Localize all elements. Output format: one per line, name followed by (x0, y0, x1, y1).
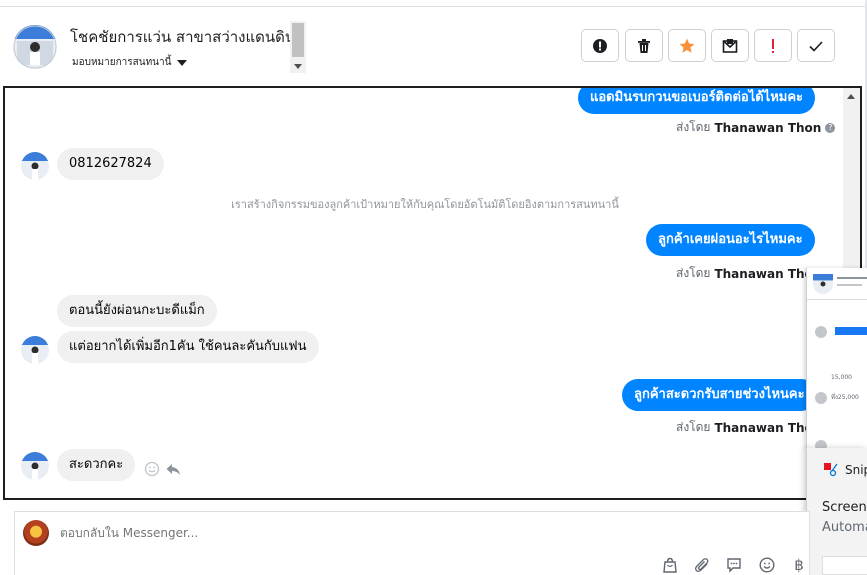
customer-avatar[interactable] (21, 152, 49, 180)
sender-name: Thanawan Thon (714, 120, 822, 135)
outgoing-message[interactable]: แอดมินรบกวนขอเบอร์ติดต่อได้ไหมคะ (578, 88, 816, 114)
check-icon (809, 40, 823, 52)
react-emoji-icon[interactable] (144, 461, 160, 477)
delete-button[interactable] (625, 29, 663, 62)
scroll-down-arrow-icon[interactable] (294, 64, 302, 69)
trash-icon (638, 38, 650, 53)
emoji-icon[interactable] (756, 555, 778, 575)
thumb-avatar (815, 392, 827, 404)
paperclip-icon[interactable] (691, 555, 713, 575)
thumb-avatar (813, 274, 833, 294)
snip-body: Automa (822, 520, 867, 535)
baht-icon[interactable]: ฿ (788, 555, 810, 575)
thumb-value: ที่ง25,000 (831, 394, 859, 401)
thumb-line (837, 277, 867, 279)
help-icon[interactable]: ? (825, 122, 836, 133)
outgoing-message[interactable]: ลูกค้าสะดวกรับสายช่วงไหนคะ (622, 379, 817, 411)
important-button[interactable] (754, 29, 792, 62)
thumb-highlight (835, 327, 867, 335)
page-title: โชคชัยการแว่น สาขาสว่างแดนดิน (70, 28, 296, 46)
assign-conversation-dropdown[interactable]: มอบหมายการสนทนานี้ (72, 55, 188, 70)
reply-composer: ฿ (14, 511, 810, 575)
page-avatar[interactable] (13, 25, 57, 69)
chat-bubble-icon[interactable] (723, 555, 745, 575)
caret-down-icon (177, 59, 188, 66)
mark-unread-button[interactable] (711, 29, 749, 62)
incoming-message[interactable]: แต่อยากได้เพิ่มอีก1คัน ใช้คนละคันกับแฟน (57, 331, 319, 363)
reply-input[interactable] (60, 526, 660, 540)
incoming-message[interactable]: สะดวกคะ (57, 449, 136, 481)
sent-by: ส่งโดย Thanawan Thon ? (676, 118, 836, 137)
spam-button[interactable] (581, 29, 619, 62)
customer-avatar[interactable] (21, 336, 49, 364)
sent-by: ส่งโดย Thanawan Thon (676, 418, 821, 437)
shopping-bag-icon[interactable] (659, 555, 681, 575)
done-button[interactable] (797, 29, 835, 62)
assign-label: มอบหมายการสนทนานี้ (72, 57, 172, 68)
outgoing-message[interactable]: ลูกค้าเคยผ่อนอะไรไหมคะ (646, 224, 815, 256)
alert-circle-icon (593, 38, 607, 53)
thumb-line (837, 284, 862, 286)
star-button[interactable] (668, 29, 706, 62)
sent-by-label: ส่งโดย (676, 420, 711, 434)
inbox-conversation-view: โชคชัยการแว่น สาขาสว่างแดนดิน มอบหมายการ… (0, 0, 867, 575)
reply-icon[interactable] (165, 461, 181, 477)
thumb-avatar (815, 326, 827, 338)
sent-by: ส่งโดย Thanawan Thon (676, 264, 821, 283)
star-icon (679, 38, 695, 53)
scroll-up-arrow-icon[interactable] (847, 94, 855, 99)
sent-by-label: ส่งโดย (676, 266, 711, 280)
message-thread[interactable]: แอดมินรบกวนขอเบอร์ติดต่อได้ไหมคะ ส่งโดย … (3, 86, 862, 500)
snip-action-button[interactable] (822, 556, 867, 575)
snip-heading: Screens (822, 500, 867, 515)
screenshot-preview-thumbnail[interactable]: 15,000 ที่ง25,000 (806, 268, 867, 450)
snip-notification[interactable]: Snip Screens Automa (806, 448, 867, 575)
sent-by-label: ส่งโดย (676, 120, 711, 134)
exclamation-icon (772, 38, 774, 53)
customer-avatar[interactable] (21, 452, 49, 480)
scissors-icon (824, 463, 838, 477)
header-scrollbar[interactable] (290, 21, 306, 73)
snip-app-name: Snip (845, 463, 867, 477)
conversation-header: โชคชัยการแว่น สาขาสว่างแดนดิน มอบหมายการ… (0, 7, 867, 85)
page-logo-avatar (23, 520, 49, 546)
envelope-icon (722, 38, 738, 53)
system-notice: เราสร้างกิจกรรมของลูกค้าเป้าหมายให้กับคุ… (231, 198, 619, 211)
scrollbar-thumb[interactable] (292, 23, 304, 57)
thumb-value: 15,000 (831, 374, 852, 381)
incoming-message[interactable]: ตอนนี้ยังผ่อนกะบะดีแม็ก (57, 295, 217, 327)
incoming-message[interactable]: 0812627824 (57, 148, 164, 180)
